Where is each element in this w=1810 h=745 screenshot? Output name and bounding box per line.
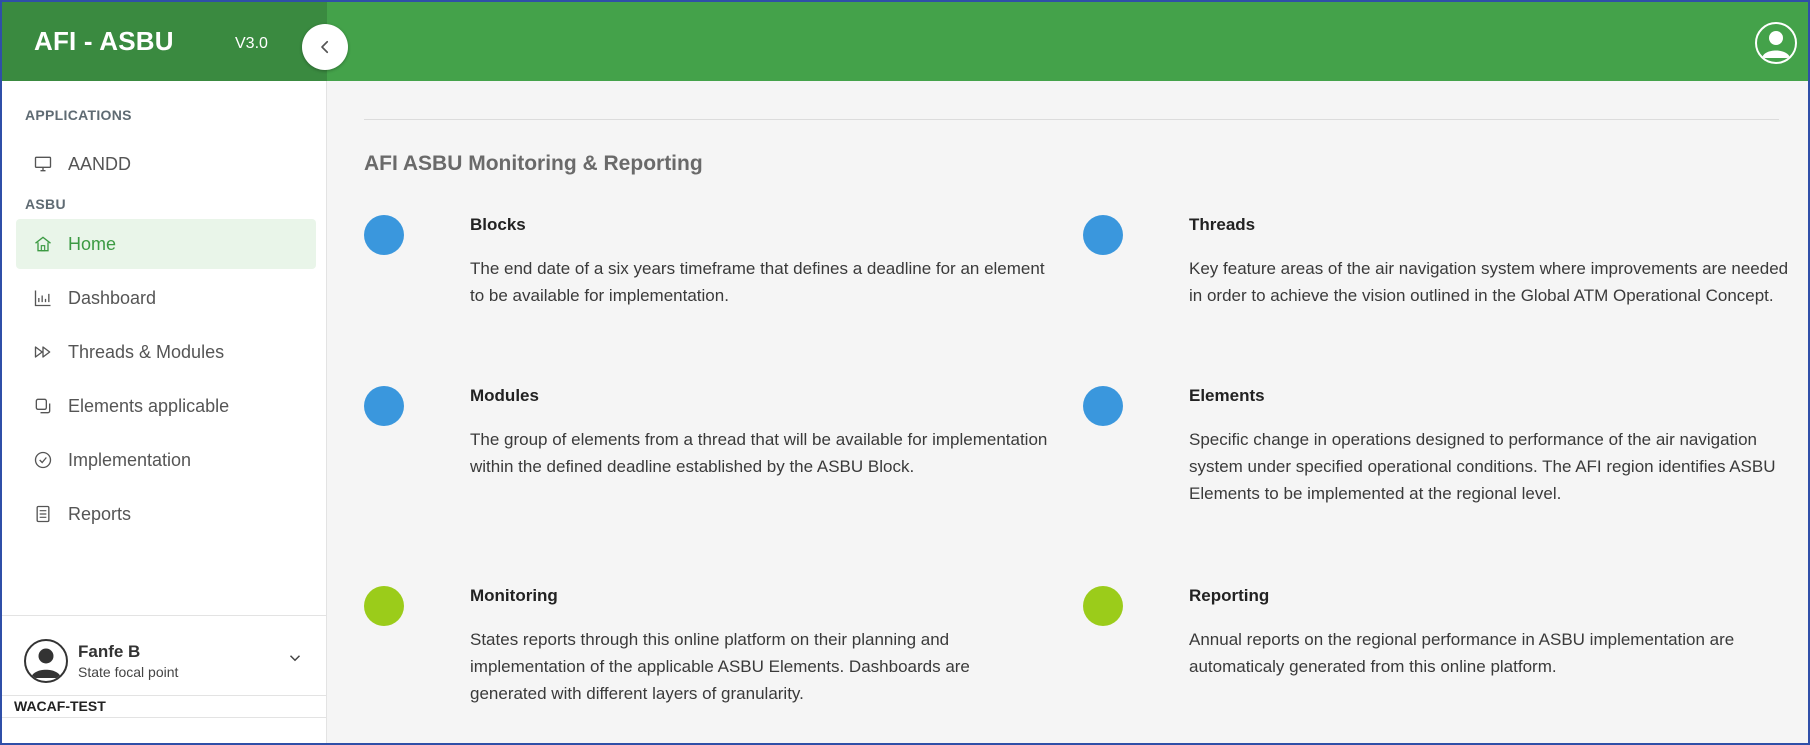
sidebar-collapse-button[interactable] [302, 24, 348, 70]
sidebar-item-label: Threads & Modules [68, 341, 225, 362]
card-description: Specific change in operations designed t… [1189, 430, 1776, 503]
user-avatar-icon [1762, 31, 1790, 58]
top-header: AFI - ASBU V3.0 [2, 2, 1808, 81]
check-circle-icon [32, 449, 54, 471]
green-dot-icon [1083, 586, 1123, 626]
sidebar-item-aandd[interactable]: AANDD [16, 139, 316, 189]
sidebar: APPLICATIONS AANDD ASBU Home Dashboard T [2, 81, 327, 743]
card-title: Monitoring [470, 586, 558, 605]
sidebar-item-label: Dashboard [68, 287, 157, 308]
blue-dot-icon [364, 215, 404, 255]
card-description: Annual reports on the regional performan… [1189, 630, 1735, 676]
blue-dot-icon [1083, 215, 1123, 255]
sidebar-divider [2, 717, 327, 718]
copy-icon [32, 395, 54, 417]
card-title: Reporting [1189, 586, 1270, 605]
profile-name: Fanfe B [78, 642, 141, 661]
blue-dot-icon [364, 386, 404, 426]
blue-dot-icon [1083, 386, 1123, 426]
profile-role: State focal point [78, 664, 179, 680]
user-avatar-icon [31, 648, 61, 678]
user-menu-button[interactable] [1755, 22, 1797, 64]
home-icon [32, 233, 54, 255]
green-dot-icon [364, 586, 404, 626]
sidebar-item-threads-modules[interactable]: Threads & Modules [16, 327, 316, 377]
card-title: Blocks [470, 215, 526, 234]
content-divider [364, 119, 1779, 120]
section-label-asbu: ASBU [25, 196, 66, 212]
avatar [24, 639, 68, 683]
card-description: States reports through this online platf… [470, 630, 970, 703]
sidebar-item-dashboard[interactable]: Dashboard [16, 273, 316, 323]
sidebar-item-implementation[interactable]: Implementation [16, 435, 316, 485]
document-icon [32, 503, 54, 525]
org-label: WACAF-TEST [14, 698, 106, 714]
chevron-left-icon [321, 40, 329, 54]
app-window: AFI - ASBU V3.0 APPLICATIONS AANDD ASBU [0, 0, 1810, 745]
brand-block: AFI - ASBU V3.0 [2, 2, 327, 81]
card-title: Threads [1189, 215, 1256, 234]
profile-menu[interactable]: Fanfe B State focal point [24, 631, 314, 691]
card-description: The group of elements from a thread that… [470, 430, 1048, 476]
sidebar-item-label: Elements applicable [68, 395, 230, 416]
sidebar-item-elements-applicable[interactable]: Elements applicable [16, 381, 316, 431]
sidebar-item-reports[interactable]: Reports [16, 489, 316, 539]
sidebar-item-home[interactable]: Home [16, 219, 316, 269]
version-label: V3.0 [235, 35, 268, 52]
card-description: Key feature areas of the air navigation … [1189, 259, 1789, 305]
sidebar-item-label: Home [68, 233, 117, 254]
card-description: The end date of a six years timeframe th… [470, 259, 1045, 305]
sidebar-item-label: Implementation [68, 449, 192, 470]
fast-forward-icon [32, 341, 54, 363]
card-title: Modules [470, 386, 539, 405]
bar-chart-icon [32, 287, 54, 309]
section-label-applications: APPLICATIONS [25, 107, 132, 123]
sidebar-item-label: AANDD [68, 153, 132, 174]
card-title: Elements [1189, 386, 1265, 405]
chevron-down-icon [286, 649, 304, 672]
monitor-icon [32, 153, 54, 175]
page-title: AFI ASBU Monitoring & Reporting [364, 152, 703, 175]
sidebar-divider [2, 615, 327, 616]
sidebar-divider [2, 695, 327, 696]
brand-title: AFI - ASBU [34, 26, 174, 56]
sidebar-item-label: Reports [68, 503, 132, 524]
